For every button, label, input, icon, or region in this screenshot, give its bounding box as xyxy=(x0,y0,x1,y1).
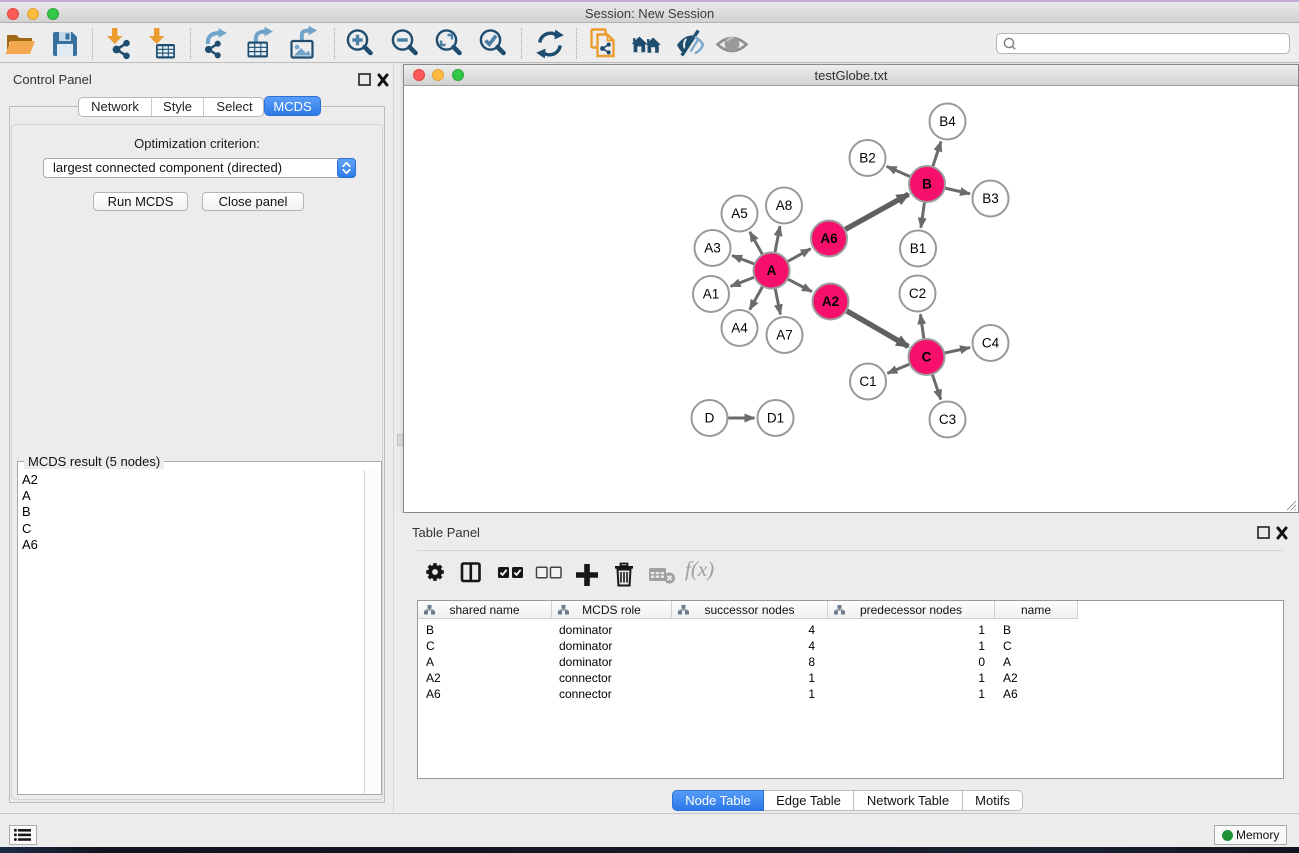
svg-text:A1: A1 xyxy=(703,287,720,302)
svg-text:D: D xyxy=(705,411,715,426)
svg-text:C3: C3 xyxy=(939,412,956,427)
svg-text:A3: A3 xyxy=(704,241,721,256)
svg-text:A6: A6 xyxy=(820,231,838,246)
svg-text:A2: A2 xyxy=(822,294,839,309)
svg-text:B3: B3 xyxy=(982,191,999,206)
svg-text:B: B xyxy=(922,177,932,192)
svg-text:C2: C2 xyxy=(909,286,926,301)
svg-text:A: A xyxy=(767,263,777,278)
svg-text:B4: B4 xyxy=(939,114,956,129)
svg-text:B2: B2 xyxy=(859,151,876,166)
svg-text:A4: A4 xyxy=(731,321,748,336)
svg-text:D1: D1 xyxy=(767,411,784,426)
svg-text:A5: A5 xyxy=(731,206,748,221)
svg-text:A8: A8 xyxy=(776,198,793,213)
svg-text:A7: A7 xyxy=(776,328,793,343)
svg-text:C4: C4 xyxy=(982,336,1000,351)
svg-text:B1: B1 xyxy=(910,241,927,256)
svg-text:C1: C1 xyxy=(859,374,876,389)
svg-text:C: C xyxy=(922,350,932,365)
